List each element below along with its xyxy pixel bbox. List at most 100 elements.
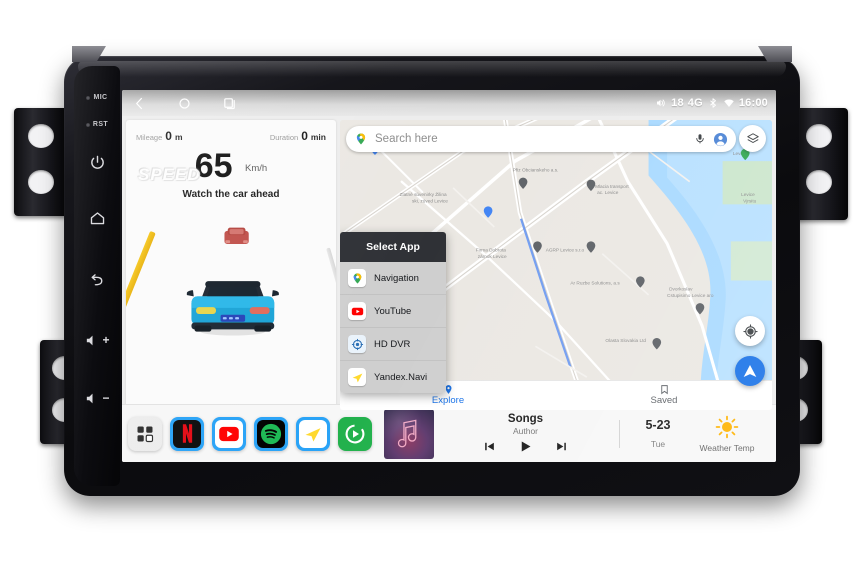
dock-app-spotify[interactable] [254,416,288,451]
dock-app-youtube[interactable] [212,416,246,451]
ego-car-icon [186,281,279,336]
home-circle-icon [179,97,190,109]
search-input[interactable]: Search here [375,133,687,145]
back-icon [91,273,102,285]
dock-app-autokit[interactable] [338,416,372,451]
app-dock: Songs Author 5-23 Tue Weather Temp [122,404,776,462]
screen-content: Mileage 0 m Duration 0 min SPEED 65 Km/h… [122,116,776,432]
previous-track-icon [485,442,494,451]
google-maps-panel[interactable]: Nám. Andreja Hlinku Levice Pfiz Obciansk… [340,120,772,410]
svg-text:zámok Levice: zámok Levice [478,254,507,260]
mic-label: MIC [93,94,108,101]
app-item-hd-dvr[interactable]: HD DVR [340,327,446,360]
app-item-navigation[interactable]: Navigation [340,262,446,294]
select-app-dialog[interactable]: Select App Navigation YouTube HD DVR Yan… [340,232,446,393]
speed-readout: SPEED 65 Km/h [126,149,336,184]
svg-text:ski, zúved Levice: ski, zúved Levice [412,198,448,204]
app-item-label: YouTube [374,305,412,317]
app-item-label: HD DVR [374,338,411,350]
back-button[interactable] [83,266,111,294]
app-item-label: Yandex.Navi [374,371,428,383]
all-apps-button[interactable] [128,416,162,451]
recents-icon [224,97,235,109]
dock-app-yandex-navi[interactable] [296,416,330,451]
dock-divider [619,419,620,448]
nav-back-button[interactable] [132,96,147,111]
screenshot-stage: MIC RST + − 18 4G 16:00 Mileage 0 m Dura… [0,0,862,580]
bracket-hole [28,124,54,148]
svg-text:Ar Ruzbe Solutions, a.s: Ar Ruzbe Solutions, a.s [570,281,620,287]
metal-tab-right [758,46,792,62]
clock: 16:00 [738,97,768,109]
weather-widget[interactable]: Weather Temp [688,414,766,453]
my-location-icon [742,323,758,339]
yandex-navi-icon [348,368,366,386]
select-app-list: Navigation YouTube HD DVR Yandex.Navi [340,262,446,393]
mileage-stat: Mileage 0 m [136,129,183,143]
app-item-youtube[interactable]: YouTube [340,294,446,327]
status-indicators: 18 4G 16:00 [655,97,768,109]
svg-text:Olasta Slovakia Ltd: Olasta Slovakia Ltd [605,338,646,344]
app-item-yandex-navi[interactable]: Yandex.Navi [340,360,446,393]
power-icon [90,155,104,169]
mic-indicator: MIC [86,94,107,101]
volume-level: 18 [671,97,684,109]
map-layers-icon [746,132,759,143]
bracket-hole [805,124,832,148]
adas-road-scene [126,224,336,410]
nav-home-button[interactable] [177,96,192,111]
reset-indicator[interactable]: RST [85,121,109,128]
map-search-bar[interactable]: Search here [346,126,736,152]
mileage-label: Mileage [136,133,163,142]
date-widget[interactable]: 5-23 Tue [634,418,682,449]
all-apps-grid-icon [137,426,154,442]
svg-text:Vjrsitu: Vjrsitu [743,198,756,204]
mounting-bracket-top-right [794,108,848,220]
touchscreen-display[interactable]: 18 4G 16:00 Mileage 0 m Duration 0 min S… [122,90,776,462]
map-tab-saved[interactable]: Saved [556,384,772,407]
metal-tab-left [72,46,106,62]
svg-text:Firma Dobrota: Firma Dobrota [476,248,507,254]
play-icon [521,441,531,452]
map-layers-button[interactable] [739,125,766,152]
duration-stat: Duration 0 min [270,129,326,143]
speed-watermark: SPEED [138,165,201,184]
nav-recents-button[interactable] [222,96,237,111]
previous-track-button[interactable] [483,440,496,453]
volume-down-icon [87,393,93,403]
physical-button-rail: MIC RST + − [74,66,120,486]
album-art[interactable] [384,408,434,459]
music-author: Author [512,426,539,436]
svg-text:Dvorkoslav: Dvorkoslav [669,287,693,293]
netflix-icon [173,419,201,448]
home-button[interactable] [83,204,111,232]
select-app-title: Select App [340,232,446,262]
mic-icon[interactable] [694,133,706,145]
svg-text:Levice: Levice [741,192,755,198]
next-track-button[interactable] [555,440,568,453]
home-icon [90,211,104,224]
music-info: Songs Author [446,413,605,454]
play-button[interactable] [518,439,533,454]
android-navigation-bar [132,96,237,111]
reset-label: RST [92,121,109,128]
power-button[interactable] [83,148,111,176]
youtube-icon [348,302,366,320]
autokit-play-icon [345,424,365,443]
account-avatar-icon[interactable] [713,132,728,147]
weather-label: Weather Temp [699,443,755,453]
reset-led-icon [85,122,90,127]
directions-button[interactable] [735,356,765,386]
volume-up-button[interactable]: + [83,326,111,354]
bracket-hole [805,170,832,194]
adas-speed-panel[interactable]: Mileage 0 m Duration 0 min SPEED 65 Km/h… [126,120,336,410]
dock-app-netflix[interactable] [170,416,204,451]
volume-down-button[interactable]: − [83,384,111,412]
map-tab-saved-label: Saved [650,395,678,407]
bluetooth-icon [710,98,716,108]
network-type: 4G [687,97,703,109]
lane-marker-right [326,247,336,393]
app-item-label: Navigation [374,272,419,284]
my-location-button[interactable] [735,316,765,346]
adas-warning-text: Watch the car ahead [182,189,280,200]
